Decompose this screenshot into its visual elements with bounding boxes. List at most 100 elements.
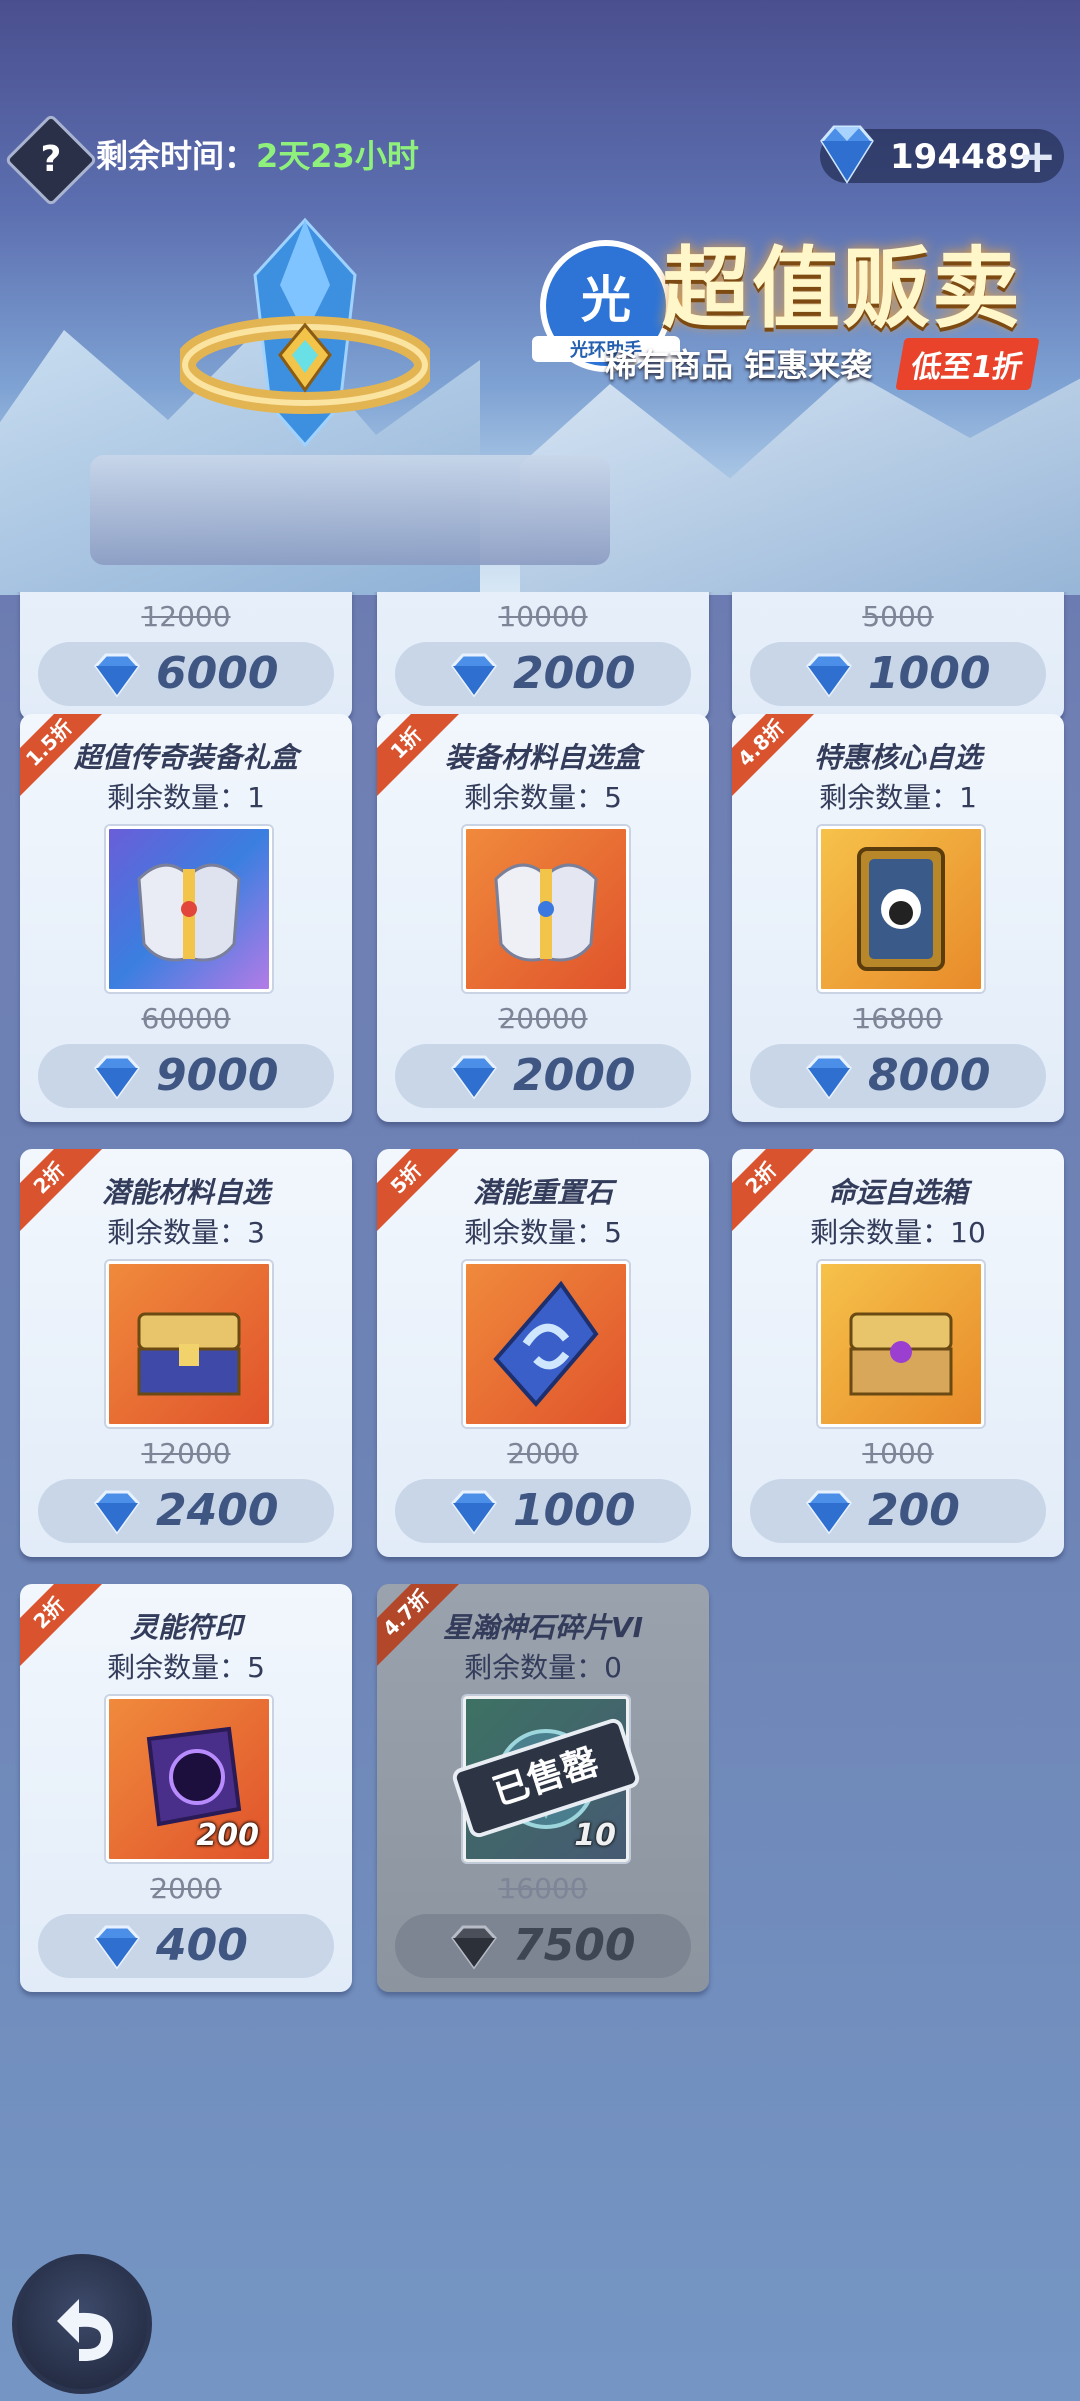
- buy-button[interactable]: 6000: [38, 642, 334, 706]
- item-icon-frame: [106, 1261, 272, 1427]
- remaining-quantity: 剩余数量：5: [464, 1216, 622, 1249]
- top-bar: ? 剩余时间：2天23小时 194489 +: [0, 113, 1080, 207]
- shop-card[interactable]: 5000 1000: [732, 592, 1064, 720]
- price-value: 2400: [156, 1485, 279, 1536]
- price-value: 8000: [868, 1050, 991, 1101]
- shop-card[interactable]: 10000 2000: [377, 592, 709, 720]
- original-price: 60000: [141, 1002, 231, 1035]
- stack-count: 10: [574, 1818, 616, 1853]
- currency-balance: 194489 +: [820, 125, 1064, 184]
- shop-card[interactable]: 2折 潜能材料自选 剩余数量：3 12000 2400: [20, 1149, 352, 1557]
- crystal-crown-icon: [180, 217, 430, 448]
- back-button[interactable]: [12, 2254, 152, 2394]
- stack-count: 200: [196, 1818, 259, 1853]
- diamond-gem-icon: [451, 1055, 497, 1100]
- shop-card[interactable]: 2折 灵能符印 剩余数量：5 200 2000 400: [20, 1584, 352, 1992]
- diamond-gem-icon: [94, 1925, 140, 1970]
- item-name: 装备材料自选盒: [444, 741, 641, 774]
- original-price: 16000: [498, 1872, 588, 1905]
- remaining-quantity: 剩余数量：3: [107, 1216, 265, 1249]
- watermark-char: 光: [581, 271, 631, 329]
- shop-card[interactable]: 5折 潜能重置石 剩余数量：5 2000 1000: [377, 1149, 709, 1557]
- shop-card[interactable]: 1折 装备材料自选盒 剩余数量：5 20000 2000: [377, 714, 709, 1122]
- item-icon-frame: [106, 826, 272, 992]
- buy-button[interactable]: 1000: [750, 642, 1046, 706]
- item-icon-frame: [463, 826, 629, 992]
- remaining-quantity: 剩余数量：10: [810, 1216, 986, 1249]
- item-icon-frame: [818, 826, 984, 992]
- remaining-quantity: 剩余数量：1: [819, 781, 977, 814]
- item-name: 超值传奇装备礼盒: [73, 741, 298, 774]
- diamond-gem-icon: [451, 1490, 497, 1535]
- remaining-quantity: 剩余数量：0: [464, 1651, 622, 1684]
- shop-card[interactable]: 12000 6000: [20, 592, 352, 720]
- diamond-gem-icon: [806, 653, 852, 698]
- shop-card[interactable]: 4.8折 特惠核心自选 剩余数量：1 16800 8000: [732, 714, 1064, 1122]
- help-button[interactable]: ?: [4, 113, 98, 207]
- add-currency-button[interactable]: +: [1018, 129, 1057, 183]
- buy-button-disabled: 7500: [395, 1914, 691, 1978]
- original-price: 2000: [150, 1872, 222, 1905]
- price-value: 400: [156, 1920, 248, 1971]
- original-price: 10000: [498, 600, 588, 633]
- item-name: 灵能符印: [129, 1611, 242, 1644]
- timer-label: 剩余时间：: [96, 137, 257, 175]
- item-name: 特惠核心自选: [813, 741, 982, 774]
- item-name: 潜能重置石: [472, 1176, 613, 1209]
- original-price: 2000: [507, 1437, 579, 1470]
- shop-card[interactable]: 2折 命运自选箱 剩余数量：10 1000 200: [732, 1149, 1064, 1557]
- timer-value: 2天23小时: [256, 137, 419, 175]
- buy-button[interactable]: 200: [750, 1479, 1046, 1543]
- return-arrow-icon: [57, 2299, 113, 2361]
- item-name: 命运自选箱: [827, 1176, 968, 1209]
- diamond-gem-icon: [94, 653, 140, 698]
- shop-grid: 12000 6000 10000 2000 5000 1000 1.5折 超值传…: [0, 592, 1080, 2012]
- price-value: 1000: [513, 1485, 636, 1536]
- promo-subtitle: 稀有商品 钜惠来袭: [605, 346, 873, 384]
- armor-set-icon: [137, 863, 241, 962]
- buy-button[interactable]: 2400: [38, 1479, 334, 1543]
- diamond-gem-icon: [451, 653, 497, 698]
- diamond-gem-icon: [806, 1055, 852, 1100]
- remaining-quantity: 剩余数量：5: [464, 781, 622, 814]
- remaining-quantity: 剩余数量：5: [107, 1651, 265, 1684]
- item-icon-frame: [818, 1261, 984, 1427]
- price-value: 9000: [156, 1050, 279, 1101]
- promo-title: 超值贩卖: [662, 237, 1023, 340]
- treasure-chest-icon: [137, 1312, 241, 1396]
- diamond-gem-icon: [451, 1925, 497, 1970]
- reset-stone-icon: [493, 1280, 599, 1408]
- timer: 剩余时间：2天23小时: [96, 131, 419, 177]
- core-card-icon: [857, 847, 945, 971]
- price-value: 2000: [513, 648, 636, 699]
- buy-button[interactable]: 2000: [395, 1044, 691, 1108]
- buy-button[interactable]: 1000: [395, 1479, 691, 1543]
- original-price: 20000: [498, 1002, 588, 1035]
- buy-button[interactable]: 400: [38, 1914, 334, 1978]
- price-value: 1000: [868, 648, 991, 699]
- buy-button[interactable]: 8000: [750, 1044, 1046, 1108]
- shop-card[interactable]: 1.5折 超值传奇装备礼盒 剩余数量：1 60000 9000: [20, 714, 352, 1122]
- buy-button[interactable]: 9000: [38, 1044, 334, 1108]
- item-icon-frame: 200: [106, 1696, 272, 1862]
- original-price: 12000: [141, 600, 231, 633]
- diamond-gem-icon: [94, 1055, 140, 1100]
- original-price: 5000: [862, 600, 934, 633]
- item-name: 潜能材料自选: [101, 1176, 270, 1209]
- price-value: 200: [868, 1485, 960, 1536]
- price-value: 2000: [513, 1050, 636, 1101]
- price-value: 6000: [156, 648, 279, 699]
- item-name: 星瀚神石碎片VI: [442, 1611, 644, 1644]
- treasure-chest-icon: [849, 1312, 953, 1396]
- currency-amount: 194489: [890, 137, 1032, 177]
- armor-set-icon: [494, 863, 598, 962]
- item-icon-frame: [463, 1261, 629, 1427]
- remaining-quantity: 剩余数量：1: [107, 781, 265, 814]
- promo-tag: 低至1折: [895, 338, 1040, 390]
- help-icon: ?: [40, 139, 62, 180]
- original-price: 1000: [862, 1437, 934, 1470]
- diamond-gem-icon: [806, 1490, 852, 1535]
- original-price: 16800: [853, 1002, 943, 1035]
- buy-button[interactable]: 2000: [395, 642, 691, 706]
- diamond-gem-icon: [94, 1490, 140, 1535]
